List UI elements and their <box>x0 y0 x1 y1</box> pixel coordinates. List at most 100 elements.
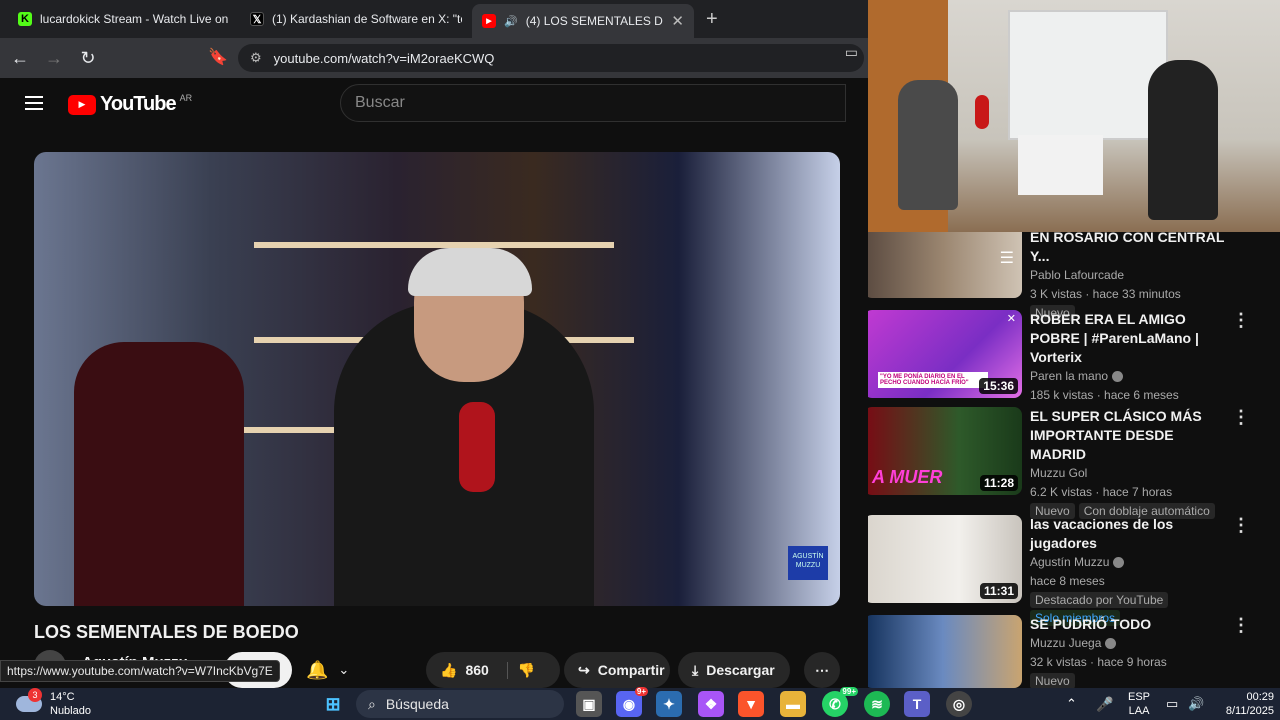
video-title[interactable]: las vacaciones de los jugadores <box>1030 515 1230 553</box>
clock[interactable]: 00:29 8/11/2025 <box>1218 688 1274 720</box>
tab-x[interactable]: 𝕏 (1) Kardashian de Software en X: "tod <box>240 4 472 34</box>
reload-icon[interactable]: ↻ <box>74 48 102 69</box>
share-button[interactable]: ↪ Compartir <box>564 652 670 688</box>
download-icon: ⤓ <box>692 661 699 678</box>
verified-icon <box>1105 638 1117 650</box>
network-icon[interactable]: ▭ <box>1166 688 1178 720</box>
more-options-icon[interactable]: ⋮ <box>1232 407 1250 428</box>
download-button[interactable]: ⤓ Descargar <box>678 652 790 688</box>
tab-title: (4) LOS SEMENTALES DE BOED <box>525 14 664 28</box>
tab-youtube[interactable]: ▶ 🔊 (4) LOS SEMENTALES DE BOED ✕ <box>472 4 694 38</box>
menu-icon[interactable] <box>25 96 43 114</box>
video-duration: 11:28 <box>979 475 1018 491</box>
channel-watermark: AGUSTÍN MUZZU <box>788 546 828 580</box>
channel-name[interactable]: Muzzu Gol <box>1030 464 1230 483</box>
teams-icon[interactable]: T <box>904 691 930 717</box>
video-title[interactable]: ROBER ERA EL AMIGO POBRE | #ParenLaMano … <box>1030 310 1230 367</box>
dislike-icon[interactable]: 👎 <box>506 661 535 679</box>
channel-name[interactable]: Agustín Muzzu <box>1030 555 1109 569</box>
time: 00:29 <box>1246 691 1274 703</box>
close-tab-icon[interactable]: ✕ <box>671 12 684 30</box>
tab-kick[interactable]: K lucardokick Stream - Watch Live on K <box>8 4 240 34</box>
more-options-icon[interactable]: ⋮ <box>1232 615 1250 636</box>
bookmark-icon[interactable]: 🔖 <box>208 47 228 67</box>
site-settings-icon[interactable]: ⚙ <box>250 50 262 66</box>
video-duration: 11:31 <box>979 583 1018 599</box>
channel-name[interactable]: Muzzu Juega <box>1030 636 1101 650</box>
file-explorer-icon[interactable]: ▬ <box>780 691 806 717</box>
back-icon[interactable]: ← <box>6 48 34 69</box>
link-status-url: https://www.youtube.com/watch?v=W7IncKbV… <box>0 660 280 682</box>
youtube-page: ▶ YouTube AR Buscar AGUSTÍN MUZZU LOS SE… <box>0 78 870 688</box>
window <box>1008 10 1168 140</box>
cast-icon[interactable]: ▭ <box>845 44 858 61</box>
video-title[interactable]: EL SUPER CLÁSICO MÁS IMPORTANTE DESDE MA… <box>1030 407 1230 464</box>
brave-icon[interactable]: ▼ <box>738 691 764 717</box>
discord-icon[interactable]: ◉ 9+ <box>616 687 648 717</box>
video-thumbnail[interactable]: A MUER 11:28 <box>868 407 1022 495</box>
notification-bell-button[interactable]: 🔔 ⌄ <box>306 654 370 686</box>
video-player[interactable]: AGUSTÍN MUZZU <box>34 152 840 606</box>
video-duration: 15:36 <box>979 378 1018 394</box>
channel-name[interactable]: Pablo Lafourcade <box>1030 266 1230 285</box>
more-options-icon[interactable]: ⋮ <box>1232 515 1250 536</box>
url-text: youtube.com/watch?v=iM2oraeKCWQ <box>273 50 495 66</box>
url-field[interactable]: ⚙ youtube.com/watch?v=iM2oraeKCWQ <box>238 44 864 72</box>
close-icon[interactable]: ✕ <box>1007 312 1016 325</box>
volume-icon[interactable]: 🔊 <box>1188 688 1204 720</box>
browser-tab-bar: K lucardokick Stream - Watch Live on K 𝕏… <box>0 0 870 38</box>
recommendations-sidebar: ☰ EN ROSARIO CON CENTRAL Y... Pablo Lafo… <box>868 232 1280 688</box>
channel-name[interactable]: Paren la mano <box>1030 369 1108 383</box>
white-desk <box>1018 135 1103 195</box>
obs-icon[interactable]: ◎ <box>946 691 972 717</box>
video-title[interactable]: SE PUDRIÓ TODO <box>1030 615 1230 634</box>
whatsapp-icon[interactable]: ✆ 99+ <box>822 687 858 717</box>
black-chair <box>1148 60 1218 220</box>
search-input[interactable]: Buscar <box>340 84 846 122</box>
spotify-icon[interactable]: ≋ <box>864 691 890 717</box>
more-actions-button[interactable]: ⋯ <box>804 652 840 688</box>
share-icon: ↪ <box>578 661 590 678</box>
microphone-icon[interactable]: 🎤 <box>1096 688 1113 720</box>
youtube-logo[interactable]: ▶ YouTube AR <box>68 93 192 116</box>
like-icon[interactable]: 👍 <box>440 662 457 679</box>
red-object <box>975 95 989 129</box>
weather-condition: Nublado <box>50 705 91 717</box>
tab-title: (1) Kardashian de Software en X: "tod <box>272 12 462 26</box>
video-meta: 32 k vistas · hace 9 horas <box>1030 655 1167 669</box>
windows-start-icon[interactable]: ⊞ <box>320 691 346 717</box>
verified-icon <box>1112 371 1124 383</box>
app-icon[interactable]: ✦ <box>656 691 682 717</box>
like-count[interactable]: 860 <box>465 662 488 678</box>
language-indicator[interactable]: ESP LAA <box>1128 688 1150 720</box>
cloud-icon: 3 <box>16 688 42 712</box>
video-info: las vacaciones de los jugadores Agustín … <box>1030 515 1230 627</box>
forward-icon[interactable]: → <box>40 48 68 69</box>
new-tab-icon[interactable]: + <box>706 8 718 31</box>
new-badge: Nuevo <box>1030 673 1075 688</box>
task-view-icon[interactable]: ▣ <box>576 691 602 717</box>
verified-icon <box>1113 557 1125 569</box>
more-options-icon[interactable]: ⋮ <box>1232 310 1250 331</box>
video-thumbnail[interactable]: ☰ <box>868 232 1022 298</box>
share-label: Compartir <box>597 662 665 678</box>
video-thumbnail[interactable] <box>868 615 1022 688</box>
microphone <box>459 402 495 492</box>
video-title[interactable]: EN ROSARIO CON CENTRAL Y... <box>1030 232 1230 266</box>
thumbnail-caption: A MUER <box>872 467 943 487</box>
language-code: ESP <box>1128 691 1151 703</box>
x-icon: 𝕏 <box>250 12 264 26</box>
show-hidden-icons[interactable]: ⌃ <box>1066 688 1077 720</box>
speaker-icon: 🔊 <box>504 15 518 28</box>
weather-widget[interactable]: 3 14°C Nublado <box>16 688 91 720</box>
taskbar-search[interactable]: ⌕ Búsqueda <box>356 690 564 718</box>
taskbar: 3 14°C Nublado ⊞ ⌕ Búsqueda ▣ ◉ 9+ ✦ ❖ ▼ … <box>0 687 1280 720</box>
grey-chair <box>898 80 958 210</box>
copilot-icon[interactable]: ❖ <box>698 691 724 717</box>
video-info: EN ROSARIO CON CENTRAL Y... Pablo Lafour… <box>1030 232 1230 322</box>
queue-icon[interactable]: ☰ <box>1000 248 1014 268</box>
video-meta: hace 8 meses <box>1030 574 1105 588</box>
video-thumbnail[interactable]: "YO ME PONÍA DIARIO EN EL PECHO CUANDO H… <box>868 310 1022 398</box>
gaming-chair <box>74 342 244 606</box>
video-thumbnail[interactable]: 11:31 <box>868 515 1022 603</box>
